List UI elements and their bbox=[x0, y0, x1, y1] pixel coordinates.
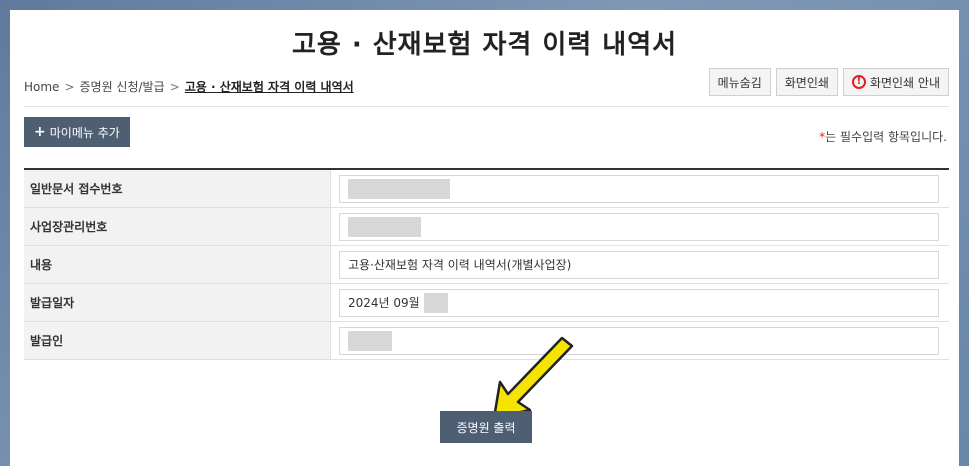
field-label: 발급인 bbox=[24, 322, 331, 359]
form-row-document-number: 일반문서 접수번호 bbox=[24, 170, 949, 208]
redacted-value bbox=[348, 330, 392, 351]
field-label: 내용 bbox=[24, 246, 331, 283]
header-divider bbox=[24, 106, 949, 107]
required-note-text: 는 필수입력 항목입니다. bbox=[825, 130, 947, 144]
issuer-field bbox=[339, 326, 939, 355]
main-panel: 고용 · 산재보험 자격 이력 내역서 Home > 증명원 신청/발급 > 고… bbox=[10, 10, 959, 466]
required-field-note: *는 필수입력 항목입니다. bbox=[819, 128, 947, 145]
form-row-issue-date: 발급일자 2024년 09월 bbox=[24, 284, 949, 322]
form-row-workplace-number: 사업장관리번호 bbox=[24, 208, 949, 246]
field-label: 일반문서 접수번호 bbox=[24, 170, 331, 207]
form-row-issuer: 발급인 bbox=[24, 322, 949, 360]
redacted-value bbox=[348, 216, 421, 237]
warning-icon: ! bbox=[851, 75, 866, 89]
breadcrumb-home[interactable]: Home bbox=[24, 80, 59, 94]
certificate-form: 일반문서 접수번호 사업장관리번호 내용 고용·산재보험 자격 이력 내역서(개… bbox=[24, 168, 949, 360]
issue-date-value: 2024년 09월 bbox=[348, 296, 420, 310]
redacted-value bbox=[348, 178, 450, 199]
issue-date-field: 2024년 09월 bbox=[339, 288, 939, 317]
plus-icon: + bbox=[34, 124, 46, 140]
print-screen-button[interactable]: 화면인쇄 bbox=[775, 68, 838, 96]
add-my-menu-label: 마이메뉴 추가 bbox=[49, 125, 120, 140]
breadcrumb: Home > 증명원 신청/발급 > 고용 · 산재보험 자격 이력 내역서 bbox=[24, 78, 354, 95]
toolbar: 메뉴숨김 화면인쇄 ! 화면인쇄 안내 bbox=[708, 68, 949, 96]
print-guide-button[interactable]: ! 화면인쇄 안내 bbox=[842, 68, 949, 96]
breadcrumb-current[interactable]: 고용 · 산재보험 자격 이력 내역서 bbox=[185, 78, 354, 95]
workplace-number-field bbox=[339, 212, 939, 241]
add-my-menu-button[interactable]: + 마이메뉴 추가 bbox=[24, 117, 130, 147]
document-number-field bbox=[339, 174, 939, 203]
hide-menu-button[interactable]: 메뉴숨김 bbox=[708, 68, 771, 96]
pointer-arrow-icon bbox=[492, 336, 574, 420]
form-row-content: 내용 고용·산재보험 자격 이력 내역서(개별사업장) bbox=[24, 246, 949, 284]
redacted-value bbox=[423, 292, 448, 313]
field-label: 사업장관리번호 bbox=[24, 208, 331, 245]
print-certificate-button[interactable]: 증명원 출력 bbox=[440, 411, 532, 443]
breadcrumb-separator: > bbox=[169, 79, 180, 94]
field-label: 발급일자 bbox=[24, 284, 331, 321]
print-guide-label: 화면인쇄 안내 bbox=[869, 75, 940, 90]
breadcrumb-separator: > bbox=[64, 79, 75, 94]
content-field: 고용·산재보험 자격 이력 내역서(개별사업장) bbox=[339, 250, 939, 279]
breadcrumb-certificate-request[interactable]: 증명원 신청/발급 bbox=[80, 78, 165, 95]
page-title: 고용 · 산재보험 자격 이력 내역서 bbox=[291, 30, 678, 60]
